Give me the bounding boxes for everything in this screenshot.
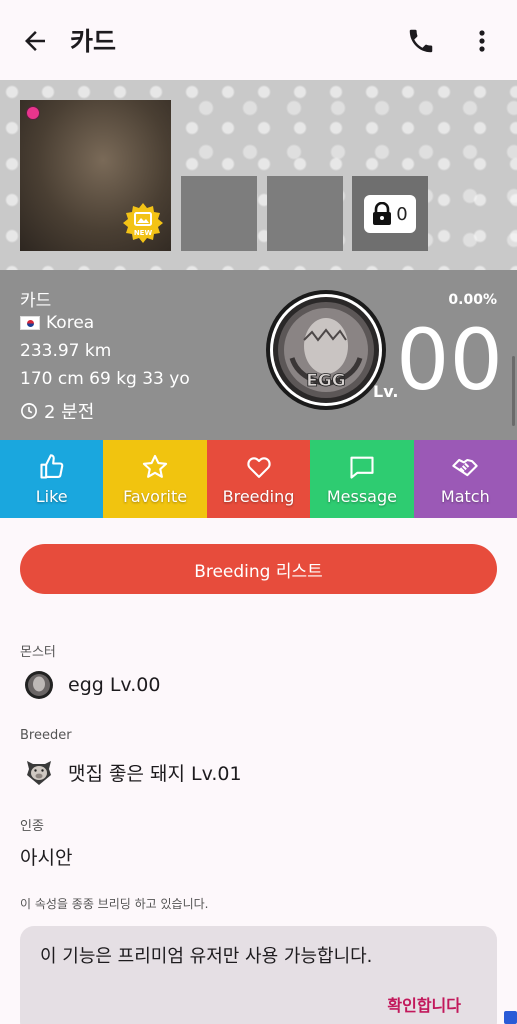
scrollbar[interactable] xyxy=(512,356,515,426)
profile-body-stats: 170 cm 69 kg 33 yo xyxy=(20,369,190,389)
breeder-section-label: Breeder xyxy=(20,728,72,743)
level-number: 00 xyxy=(396,311,503,409)
page-title: 카드 xyxy=(70,27,117,56)
lock-icon xyxy=(373,202,392,225)
premium-message: 이 기능은 프리미엄 유저만 사용 가능합니다. xyxy=(40,946,373,967)
monster-value: egg Lv.00 xyxy=(68,674,161,696)
pig-badge-icon xyxy=(27,761,51,785)
message-button[interactable]: Message xyxy=(310,440,414,518)
breeder-value: 맷집 좋은 돼지 Lv.01 xyxy=(68,762,242,785)
profile-distance: 233.97 km xyxy=(20,341,112,361)
star-icon xyxy=(142,454,168,478)
like-button[interactable]: Like xyxy=(0,440,104,518)
more-vert-icon[interactable] xyxy=(470,26,494,56)
breeding-button[interactable]: Breeding xyxy=(206,440,311,518)
monster-row: egg Lv.00 xyxy=(24,670,160,700)
race-section-label: 인종 xyxy=(20,819,44,834)
phone-icon[interactable] xyxy=(406,26,436,56)
back-arrow-icon[interactable] xyxy=(20,26,50,56)
last-seen-label: 2 분전 xyxy=(44,402,95,423)
online-status-dot xyxy=(26,106,40,120)
favorite-button[interactable]: Favorite xyxy=(103,440,207,518)
last-seen: 2 분전 xyxy=(20,398,94,424)
chat-icon xyxy=(350,456,374,479)
confirm-button[interactable]: 확인합니다 xyxy=(387,992,461,1016)
locked-photos-thumbnail[interactable]: 0 xyxy=(352,176,428,251)
match-label: Match xyxy=(440,486,490,506)
message-label: Message xyxy=(326,486,397,506)
level-progress-percent: 0.00% xyxy=(448,292,497,308)
svg-text:NEW: NEW xyxy=(134,229,153,237)
thumbs-up-icon xyxy=(40,453,64,479)
heart-icon xyxy=(246,456,271,478)
egg-medal-icon: EGG xyxy=(266,290,386,410)
premium-only-dialog: 이 기능은 프리미엄 유저만 사용 가능합니다. 확인합니다 xyxy=(20,926,497,1024)
egg-medal-small-icon xyxy=(25,671,53,699)
monster-section-label: 몬스터 xyxy=(20,645,56,660)
photo-gallery: NEW 0 xyxy=(0,80,517,270)
level-tag: Lv. xyxy=(373,382,399,401)
handshake-icon xyxy=(452,458,479,476)
action-bar: Like Favorite Breeding Message Match xyxy=(0,440,517,518)
app-bar: 카드 xyxy=(0,0,517,80)
svg-text:EGG: EGG xyxy=(306,371,346,391)
korea-flag-icon xyxy=(20,316,40,330)
breeder-row[interactable]: 맷집 좋은 돼지 Lv.01 xyxy=(24,757,242,787)
locked-photos-chip: 0 xyxy=(364,195,416,233)
clock-icon xyxy=(21,403,37,419)
profile-info: 카드 Korea 233.97 km 170 cm 69 kg 33 yo 2 … xyxy=(0,270,517,440)
main-profile-photo[interactable]: NEW xyxy=(20,100,171,251)
country-label: Korea xyxy=(46,313,95,333)
breeding-label: Breeding xyxy=(222,486,295,506)
race-value: 아시안 xyxy=(20,847,73,869)
like-label: Like xyxy=(35,486,68,506)
locked-photo-count: 0 xyxy=(396,203,408,225)
match-button[interactable]: Match xyxy=(413,440,517,518)
photo-thumbnail[interactable] xyxy=(181,176,257,251)
profile-name: 카드 xyxy=(20,291,52,311)
breeding-note: 이 속성을 종종 브리딩 하고 있습니다. xyxy=(20,897,209,911)
favorite-label: Favorite xyxy=(123,486,188,506)
photo-thumbnail[interactable] xyxy=(267,176,343,251)
notification-corner-icon xyxy=(504,1011,517,1024)
new-photo-badge-icon: NEW xyxy=(123,203,163,243)
breeding-list-button[interactable]: Breeding 리스트 xyxy=(20,544,497,594)
profile-country: Korea xyxy=(20,313,94,333)
